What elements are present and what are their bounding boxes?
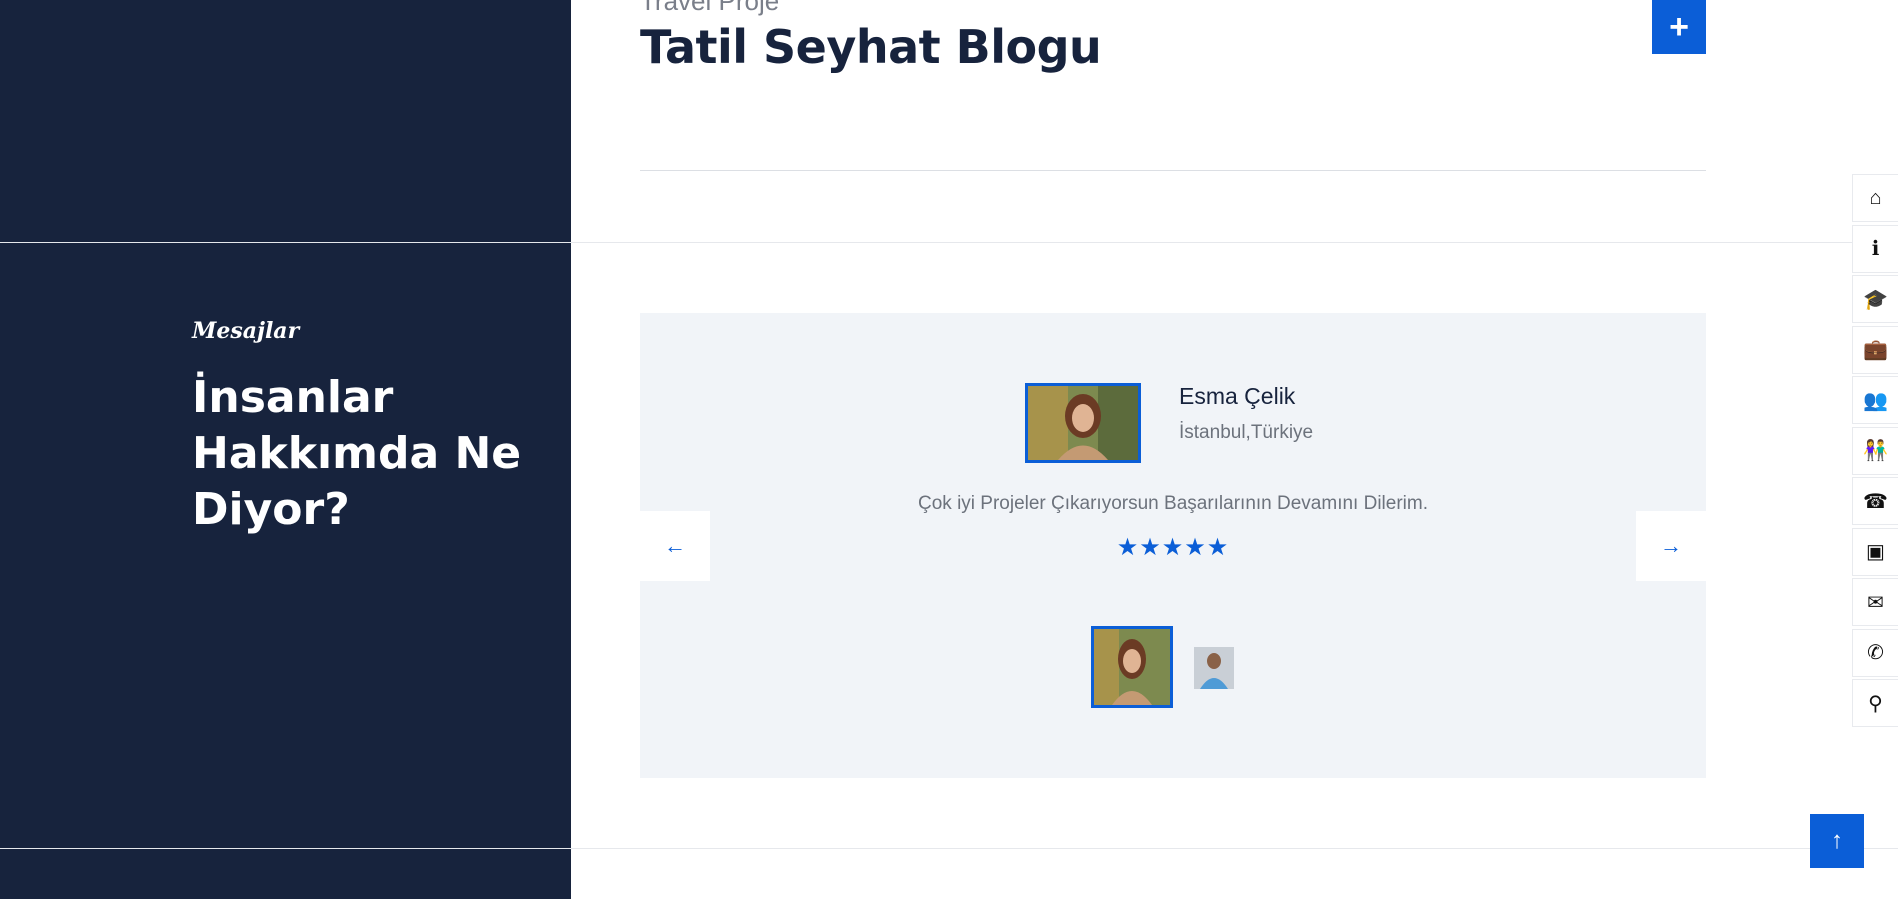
location-pin-icon: ⚲ — [1868, 692, 1883, 715]
people-icon: 👫 — [1863, 440, 1888, 462]
phone-icon: ✆ — [1867, 642, 1884, 664]
home-icon: ⌂ — [1869, 186, 1882, 209]
testimonial-quote: Çok iyi Projeler Çıkarıyorsun Başarıları… — [918, 493, 1428, 514]
woman-thumbnail-photo — [1094, 629, 1170, 705]
section-divider-top — [0, 242, 1898, 243]
section-kicker: Mesajlar — [192, 318, 300, 344]
sidebar-location[interactable]: ⚲ — [1852, 679, 1898, 727]
sidebar-experience[interactable]: 💼 — [1852, 325, 1898, 374]
person-location: İstanbul,Türkiye — [1179, 422, 1314, 443]
project-title[interactable]: Tatil Seyhat Blogu — [640, 20, 1102, 74]
post-icon: ▣ — [1866, 541, 1885, 563]
thumbnail-2[interactable] — [1194, 647, 1234, 689]
users-icon: 👥 — [1863, 389, 1888, 412]
man-thumbnail-photo — [1194, 647, 1234, 689]
briefcase-icon: 💼 — [1863, 339, 1888, 361]
sidebar-references[interactable]: 👫 — [1852, 426, 1898, 475]
sidebar-info[interactable]: ℹ — [1852, 224, 1898, 273]
section-divider-bottom — [0, 848, 1898, 849]
sidebar-posts[interactable]: ▣ — [1852, 527, 1898, 576]
graduation-cap-icon: 🎓 — [1863, 288, 1888, 311]
testimonial-card: Esma Çelik İstanbul,Türkiye Çok iyi Proj… — [640, 313, 1706, 778]
page: Travel Proje Tatil Seyhat Blogu + Mesajl… — [0, 0, 1898, 899]
thumbnail-1[interactable] — [1091, 626, 1173, 708]
sidebar-support[interactable]: ☎ — [1852, 477, 1898, 525]
star-rating: ★★★★★ — [1116, 534, 1230, 561]
woman-photo — [1028, 386, 1138, 460]
envelope-icon: ✉ — [1867, 591, 1884, 614]
sidebar-mail[interactable]: ✉ — [1852, 578, 1898, 626]
sidebar-home[interactable]: ⌂ — [1852, 174, 1898, 222]
scroll-to-top-button[interactable]: ↑ — [1810, 814, 1864, 868]
right-icon-sidebar: ⌂ ℹ 🎓 💼 👥 👫 ☎ ▣ ✉ ✆ ⚲ — [1852, 174, 1898, 730]
next-arrow-button[interactable]: → — [1636, 511, 1706, 581]
sidebar-phone[interactable]: ✆ — [1852, 628, 1898, 677]
sidebar-team[interactable]: 👥 — [1852, 376, 1898, 424]
avatar — [1025, 383, 1141, 463]
support-icon: ☎ — [1863, 490, 1888, 513]
info-icon: ℹ — [1871, 238, 1880, 260]
person-name: Esma Çelik — [1179, 383, 1296, 409]
project-kicker: Travel Proje — [640, 0, 780, 16]
project-divider — [640, 170, 1706, 171]
add-button[interactable]: + — [1652, 0, 1706, 54]
sidebar-education[interactable]: 🎓 — [1852, 275, 1898, 323]
prev-arrow-button[interactable]: ← — [640, 511, 710, 581]
section-heading: İnsanlar Hakkımda Ne Diyor? — [192, 372, 522, 535]
